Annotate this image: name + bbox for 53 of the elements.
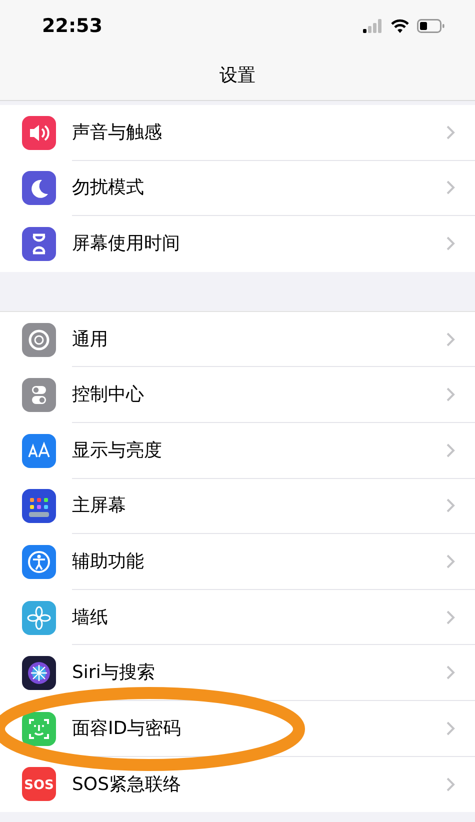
setting-icon bbox=[22, 656, 56, 690]
settings-row[interactable]: 声音与触感 bbox=[0, 105, 475, 161]
row-label: 辅助功能 bbox=[72, 550, 145, 574]
row-label: SOS紧急联络 bbox=[72, 772, 182, 797]
setting-icon bbox=[22, 378, 56, 412]
chevron-icon bbox=[446, 332, 455, 347]
settings-row[interactable]: 勿扰模式 bbox=[0, 160, 475, 216]
chevron-icon bbox=[446, 554, 455, 569]
settings-row[interactable]: 墙纸 bbox=[0, 590, 475, 646]
settings-row[interactable]: 显示与亮度 bbox=[0, 422, 475, 479]
chevron-icon bbox=[446, 236, 455, 252]
chevron-icon bbox=[446, 180, 455, 196]
settings-row[interactable]: 辅助功能 bbox=[0, 534, 475, 590]
chevron-icon bbox=[446, 124, 455, 140]
row-label: 控制中心 bbox=[72, 383, 145, 408]
row-label: Siri与搜索 bbox=[72, 661, 156, 686]
setting-icon bbox=[22, 226, 56, 261]
settings-row[interactable]: 通用 bbox=[0, 312, 475, 368]
chevron-icon bbox=[446, 776, 455, 792]
setting-icon: SOS bbox=[22, 767, 56, 802]
setting-icon bbox=[22, 600, 56, 635]
settings-row[interactable]: 屏幕使用时间 bbox=[0, 216, 475, 272]
setting-icon bbox=[22, 116, 56, 150]
row-label: 屏幕使用时间 bbox=[72, 232, 181, 256]
setting-icon bbox=[22, 171, 56, 206]
row-label: 面容ID与密码 bbox=[72, 716, 182, 741]
chevron-icon bbox=[446, 720, 455, 736]
row-label: 声音与触感 bbox=[72, 120, 163, 145]
settings-row[interactable]: 控制中心 bbox=[0, 367, 475, 423]
settings-row[interactable]: Siri与搜索 bbox=[0, 645, 475, 701]
row-label: 显示与亮度 bbox=[72, 438, 163, 463]
wifi-icon bbox=[391, 19, 409, 33]
row-label: 通用 bbox=[72, 328, 109, 352]
chevron-icon bbox=[446, 442, 455, 458]
settings-row[interactable]: SOS SOS紧急联络 bbox=[0, 756, 475, 812]
setting-icon bbox=[22, 712, 56, 746]
chevron-icon bbox=[446, 387, 455, 402]
nav-title: 设置 bbox=[220, 64, 256, 88]
setting-icon bbox=[22, 322, 56, 357]
setting-icon bbox=[22, 434, 56, 468]
row-label: 墙纸 bbox=[72, 606, 109, 630]
chevron-icon bbox=[446, 665, 455, 680]
chevron-icon bbox=[446, 610, 455, 625]
setting-icon bbox=[22, 489, 56, 524]
settings-row[interactable]: 主屏幕 bbox=[0, 478, 475, 534]
settings-row[interactable]: 面容ID与密码 bbox=[0, 700, 475, 757]
row-label: 主屏幕 bbox=[72, 494, 127, 518]
row-label: 勿扰模式 bbox=[72, 176, 145, 200]
signal-icon bbox=[363, 19, 383, 33]
battery-icon bbox=[417, 19, 445, 33]
status-time: 22:53 bbox=[42, 14, 102, 39]
chevron-icon bbox=[446, 498, 455, 514]
setting-icon bbox=[22, 544, 56, 579]
